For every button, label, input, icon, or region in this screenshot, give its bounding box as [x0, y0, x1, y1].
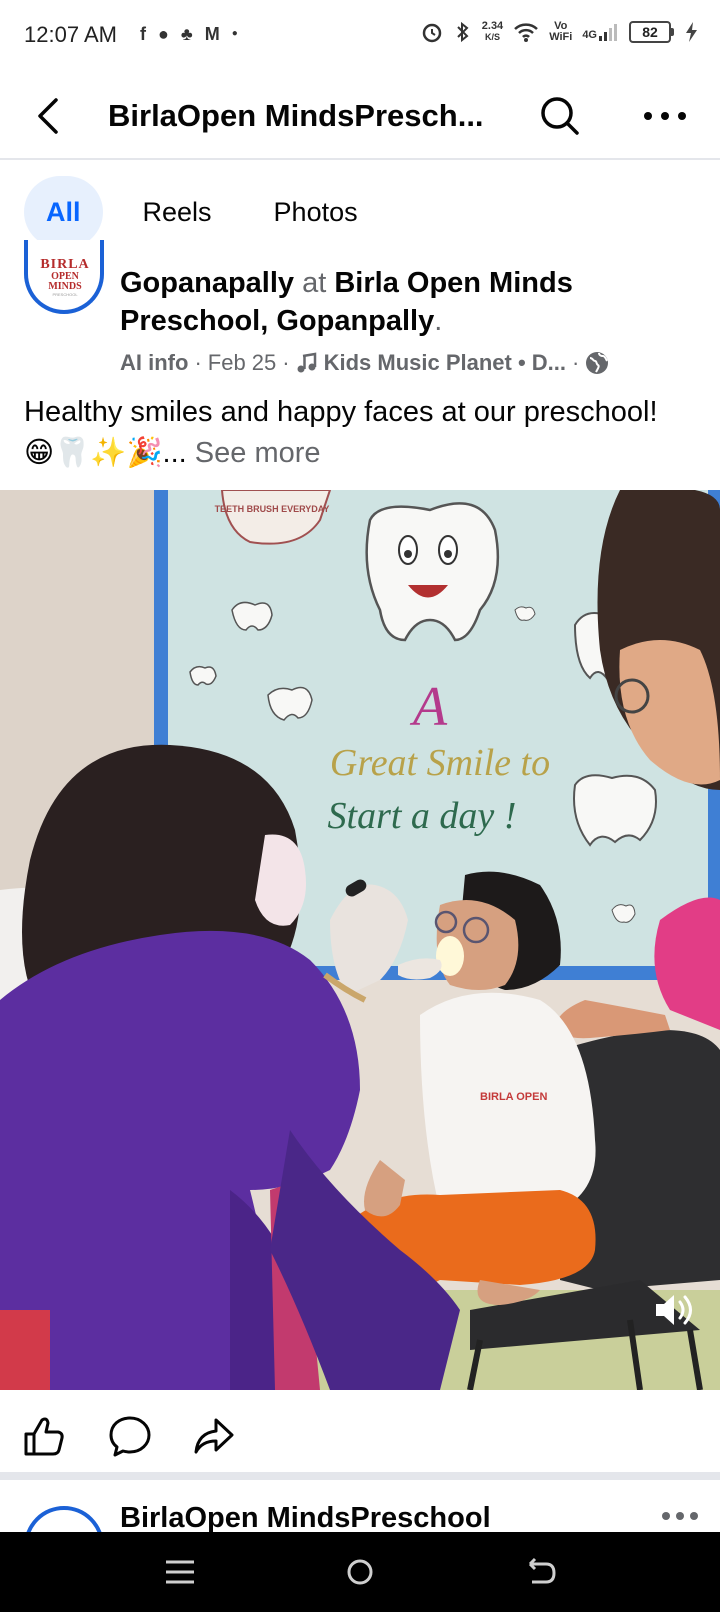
- dot-icon: ●: [231, 28, 238, 39]
- more-options-icon[interactable]: [640, 94, 690, 138]
- globe-icon: [586, 352, 609, 374]
- share-icon[interactable]: [192, 1414, 236, 1458]
- at-text: at: [294, 267, 335, 299]
- network-speed: 2.34 K/S: [481, 20, 504, 43]
- battery-indicator: 82: [629, 21, 674, 43]
- music-note-icon: [297, 352, 316, 373]
- avatar-logo-small: PRESCHOOL: [52, 292, 78, 297]
- notification-icons: f ● ♣ M ●: [140, 24, 238, 44]
- alarm-icon: [422, 23, 442, 43]
- music-track[interactable]: Kids Music Planet • D...: [324, 350, 566, 376]
- post-date[interactable]: Feb 25: [208, 350, 277, 376]
- charging-icon: [686, 22, 697, 42]
- comment-icon[interactable]: [108, 1414, 152, 1458]
- page-header: BirlaOpen MindsPresch...: [0, 72, 720, 160]
- avatar-logo-subtext: OPEN MINDS: [48, 271, 82, 292]
- messenger-icon: ●: [158, 24, 169, 44]
- separator: ·: [282, 350, 290, 375]
- tab-photos[interactable]: Photos: [252, 176, 380, 248]
- avatar-logo-text: BIRLA: [40, 257, 90, 272]
- back-nav-icon[interactable]: [520, 1552, 560, 1592]
- like-icon[interactable]: [22, 1414, 66, 1458]
- post-caption: Healthy smiles and happy faces at our pr…: [24, 392, 684, 474]
- back-icon[interactable]: [28, 94, 72, 138]
- next-post-more-icon[interactable]: [660, 1502, 700, 1526]
- gmail-icon: M: [204, 24, 220, 44]
- post-author[interactable]: Gopanapally: [120, 267, 294, 299]
- next-post-avatar[interactable]: [24, 1506, 104, 1532]
- shirt-logo: BIRLA OPEN: [480, 1091, 547, 1103]
- status-bar: 12:07 AM f ● ♣ M ● 2.34 K/S Vo WiFi 4G 82: [0, 0, 720, 72]
- separator: ·: [572, 350, 580, 375]
- content-tabs: All Reels Photos: [24, 176, 380, 248]
- poster-text-line-2: Great Smile to: [330, 742, 550, 784]
- page-avatar[interactable]: BIRLA OPEN MINDS PRESCHOOL: [24, 240, 104, 314]
- home-icon[interactable]: [340, 1552, 380, 1592]
- search-icon[interactable]: [538, 94, 582, 138]
- see-more-link[interactable]: See more: [195, 437, 321, 469]
- next-post-title[interactable]: BirlaOpen MindsPreschool: [120, 1502, 491, 1532]
- wifi-icon: [514, 23, 539, 42]
- snapchat-icon: ♣: [180, 24, 193, 44]
- tab-reels[interactable]: Reels: [121, 176, 234, 248]
- post-meta: AI info · Feb 25 · Kids Music Planet • D…: [120, 350, 609, 376]
- facebook-icon: f: [140, 24, 146, 44]
- period-text: .: [434, 305, 443, 337]
- system-icons: 2.34 K/S Vo WiFi 4G 82: [420, 20, 698, 44]
- system-navigation-bar: [0, 1532, 720, 1612]
- signal-indicator: 4G: [582, 23, 619, 41]
- poster-badge: TEETH BRUSH EVERYDAY: [215, 504, 330, 514]
- page-title: BirlaOpen MindsPresch...: [108, 98, 484, 133]
- volume-icon[interactable]: [652, 1290, 696, 1330]
- video-frame: TEETH BRUSH EVERYDAY A Great Smile to St…: [0, 490, 720, 1390]
- post-video[interactable]: TEETH BRUSH EVERYDAY A Great Smile to St…: [0, 490, 720, 1390]
- post-actions: [0, 1392, 720, 1480]
- volte-label: Vo WiFi: [549, 20, 573, 43]
- tab-all[interactable]: All: [24, 176, 103, 248]
- post-title: Gopanapally at Birla Open Minds Preschoo…: [120, 264, 680, 340]
- caption-text: Healthy smiles and happy faces at our pr…: [24, 396, 658, 469]
- signal-icon: [599, 24, 617, 41]
- separator: ·: [194, 350, 202, 375]
- next-post-header: BirlaOpen MindsPreschool: [0, 1484, 720, 1532]
- poster-text-line-3: Start a day !: [328, 795, 517, 837]
- status-time: 12:07 AM: [24, 22, 117, 47]
- battery-level: 82: [629, 21, 671, 43]
- ai-info-link[interactable]: AI info: [120, 350, 188, 376]
- recent-apps-icon[interactable]: [160, 1552, 200, 1592]
- bluetooth-icon: [457, 21, 469, 43]
- poster-text-a: A: [409, 676, 448, 738]
